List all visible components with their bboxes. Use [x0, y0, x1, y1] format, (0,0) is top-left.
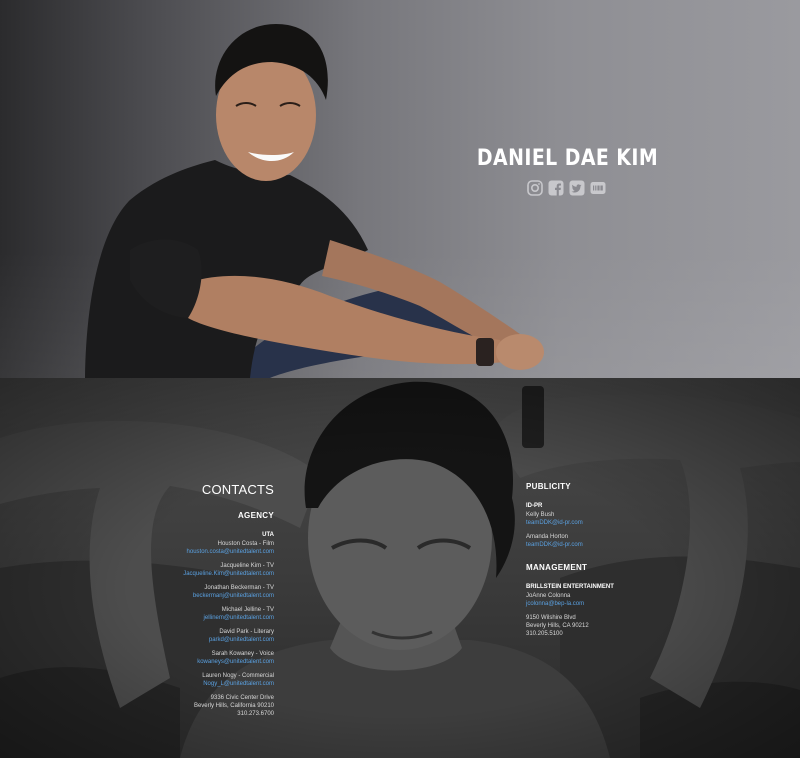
agent-email-link[interactable]: Jacqueline.Kim@unitedtalent.com	[150, 570, 274, 578]
agent-entry: Jonathan Beckerman - TV beckermanj@unite…	[150, 584, 274, 600]
management-heading: MANAGEMENT	[526, 563, 588, 572]
agent-entry: Sarah Kowaney - Voice kowaneys@unitedtal…	[150, 650, 274, 666]
agent-name: Michael Jelline - TV	[221, 607, 274, 613]
agent-name: Jacqueline Kim - TV	[220, 563, 274, 569]
manager-name: JoAnne Colonna	[526, 593, 571, 599]
agency-org: UTA	[262, 532, 274, 538]
manager-entry: JoAnne Colonna jcolonna@bep-la.com	[526, 592, 686, 608]
agent-email-link[interactable]: Nogy_L@unitedtalent.com	[150, 680, 274, 688]
agency-address: 9336 Civic Center Drive Beverly Hills, C…	[150, 694, 274, 718]
address-line: Beverly Hills, CA 90212	[526, 623, 589, 629]
agent-name: Sarah Kowaney - Voice	[211, 651, 274, 657]
twitter-icon[interactable]	[569, 180, 585, 196]
publicist-entry: Amanda Horton teamDDK@id-pr.com	[526, 533, 686, 549]
contacts-section: CONTACTS AGENCY UTA Houston Costa - Film…	[0, 378, 800, 758]
address-line: 9336 Civic Center Drive	[210, 695, 274, 701]
hero-portrait-photo	[85, 24, 544, 378]
agent-name: Jonathan Beckerman - TV	[204, 585, 274, 591]
agent-email-link[interactable]: jellinem@unitedtalent.com	[150, 614, 274, 622]
address-line: Beverly Hills, California 90210	[193, 703, 274, 709]
publicist-email-link[interactable]: teamDDK@id-pr.com	[526, 541, 686, 549]
agent-name: Houston Costa - Film	[217, 541, 274, 547]
publicist-email-link[interactable]: teamDDK@id-pr.com	[526, 519, 686, 527]
publicist-name: Kelly Bush	[526, 512, 555, 518]
agent-name: Lauren Nogy - Commercial	[202, 673, 274, 679]
agent-entry: David Park - Literary parkd@unitedtalent…	[150, 628, 274, 644]
page-title: DANIEL DAE KIM	[476, 146, 659, 171]
management-address: 9150 Wilshire Blvd Beverly Hills, CA 902…	[526, 614, 686, 638]
imdb-icon[interactable]	[590, 180, 606, 196]
address-line: 9150 Wilshire Blvd	[526, 615, 576, 621]
agency-contacts-column: CONTACTS AGENCY UTA Houston Costa - Film…	[150, 482, 274, 724]
phone-number: 310.205.5100	[526, 631, 563, 637]
publicity-section: PUBLICITY ID-PR Kelly Bush teamDDK@id-pr…	[526, 482, 686, 549]
manager-email-link[interactable]: jcolonna@bep-la.com	[526, 600, 686, 608]
publicity-org: ID-PR	[526, 503, 543, 509]
social-links	[527, 180, 606, 196]
publicist-entry: Kelly Bush teamDDK@id-pr.com	[526, 511, 686, 527]
publicity-heading: PUBLICITY	[526, 482, 571, 491]
facebook-icon[interactable]	[548, 180, 564, 196]
management-org: BRILLSTEIN ENTERTAINMENT	[526, 584, 614, 590]
publicist-name: Amanda Horton	[526, 534, 569, 540]
phone-number: 310.273.6700	[237, 711, 274, 717]
agent-email-link[interactable]: beckermanj@unitedtalent.com	[150, 592, 274, 600]
agent-entry: Michael Jelline - TV jellinem@unitedtale…	[150, 606, 274, 622]
agent-email-link[interactable]: parkd@unitedtalent.com	[150, 636, 274, 644]
agent-entry: Houston Costa - Film houston.costa@unite…	[150, 540, 274, 556]
contacts-title: CONTACTS	[201, 482, 274, 497]
management-section: MANAGEMENT BRILLSTEIN ENTERTAINMENT JoAn…	[526, 563, 686, 638]
publicity-management-column: PUBLICITY ID-PR Kelly Bush teamDDK@id-pr…	[526, 482, 686, 652]
hero-section: DANIEL DAE KIM	[0, 0, 800, 378]
agent-entry: Lauren Nogy - Commercial Nogy_L@unitedta…	[150, 672, 274, 688]
agent-email-link[interactable]: houston.costa@unitedtalent.com	[150, 548, 274, 556]
instagram-icon[interactable]	[527, 180, 543, 196]
agent-name: David Park - Literary	[219, 629, 274, 635]
agency-heading: AGENCY	[237, 511, 274, 520]
agent-entry: Jacqueline Kim - TV Jacqueline.Kim@unite…	[150, 562, 274, 578]
agent-email-link[interactable]: kowaneys@unitedtalent.com	[150, 658, 274, 666]
